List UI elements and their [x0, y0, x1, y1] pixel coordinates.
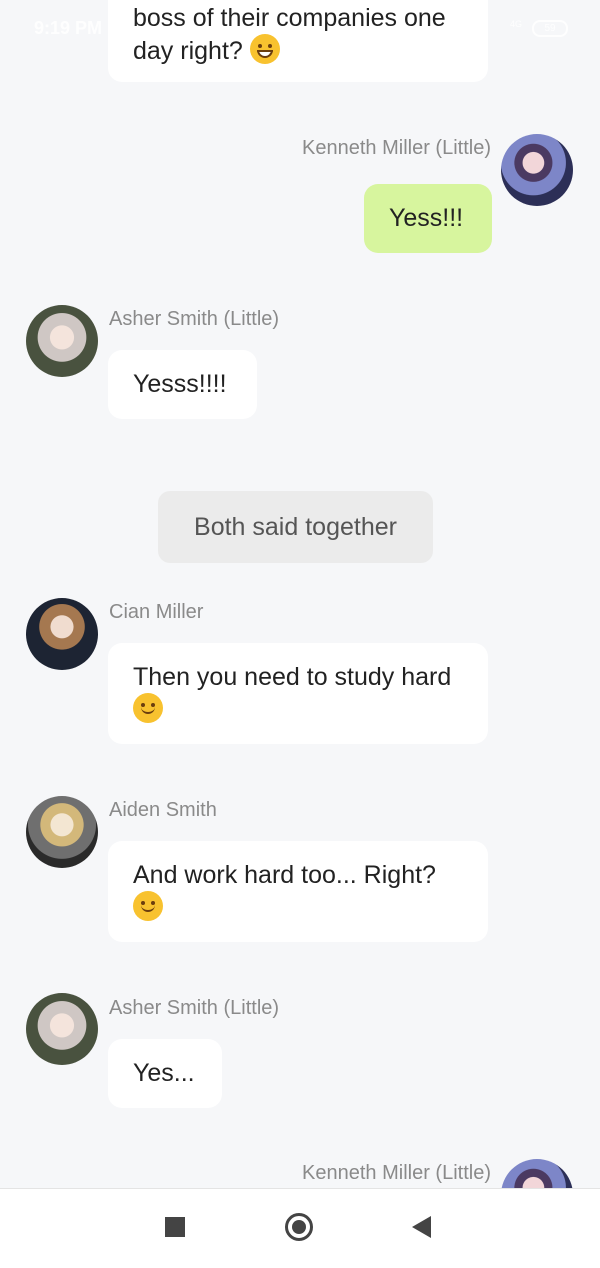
chat-area[interactable]: 9:19 PM 4G 59 boss of their companies on… [0, 0, 600, 1188]
message-text: And work hard too... Right? [133, 861, 436, 889]
avatar-cian[interactable] [26, 598, 98, 670]
message-bubble[interactable]: Yesss!!!! [108, 350, 257, 419]
network-indicator: 4G [509, 19, 522, 29]
sender-name: Asher Smith (Little) [109, 308, 280, 330]
circle-home-icon[interactable] [285, 1213, 313, 1241]
avatar-kenneth[interactable] [501, 1159, 573, 1188]
avatar-kenneth[interactable] [501, 134, 573, 206]
sender-name: Aiden Smith [109, 799, 217, 821]
message-text: Then you need to study hard [133, 663, 452, 691]
triangle-back-icon[interactable] [412, 1216, 431, 1238]
navigation-bar [0, 1188, 600, 1268]
message-bubble[interactable]: And work hard too... Right? [108, 841, 488, 942]
message-bubble[interactable]: Yess!!! [364, 184, 492, 253]
smiling-face-emoji [133, 891, 163, 921]
message-text: boss of their companies one day right? [133, 4, 446, 65]
message-text: Yess!!! [389, 204, 464, 232]
smiling-face-emoji [133, 693, 163, 723]
sender-name: Kenneth Miller (Little) [302, 1162, 491, 1184]
sender-name: Cian Miller [109, 601, 204, 623]
narration-box: Both said together [158, 491, 433, 563]
message-bubble[interactable]: Then you need to study hard [108, 643, 488, 744]
message-bubble[interactable]: boss of their companies one day right? [108, 0, 488, 82]
message-text: Yes... [133, 1059, 195, 1087]
grinning-face-emoji [249, 34, 280, 64]
sender-name: Asher Smith (Little) [109, 997, 280, 1019]
avatar-asher[interactable] [26, 993, 98, 1065]
message-bubble[interactable]: Yes... [108, 1039, 222, 1108]
sender-name: Kenneth Miller (Little) [302, 137, 491, 159]
square-icon[interactable] [165, 1217, 185, 1237]
message-text: Yesss!!!! [133, 370, 227, 398]
narration-text: Both said together [194, 512, 397, 541]
avatar-aiden[interactable] [26, 796, 98, 868]
avatar-asher[interactable] [26, 305, 98, 377]
battery-icon: 59 [532, 20, 568, 37]
status-time: 9:19 PM [34, 18, 103, 38]
